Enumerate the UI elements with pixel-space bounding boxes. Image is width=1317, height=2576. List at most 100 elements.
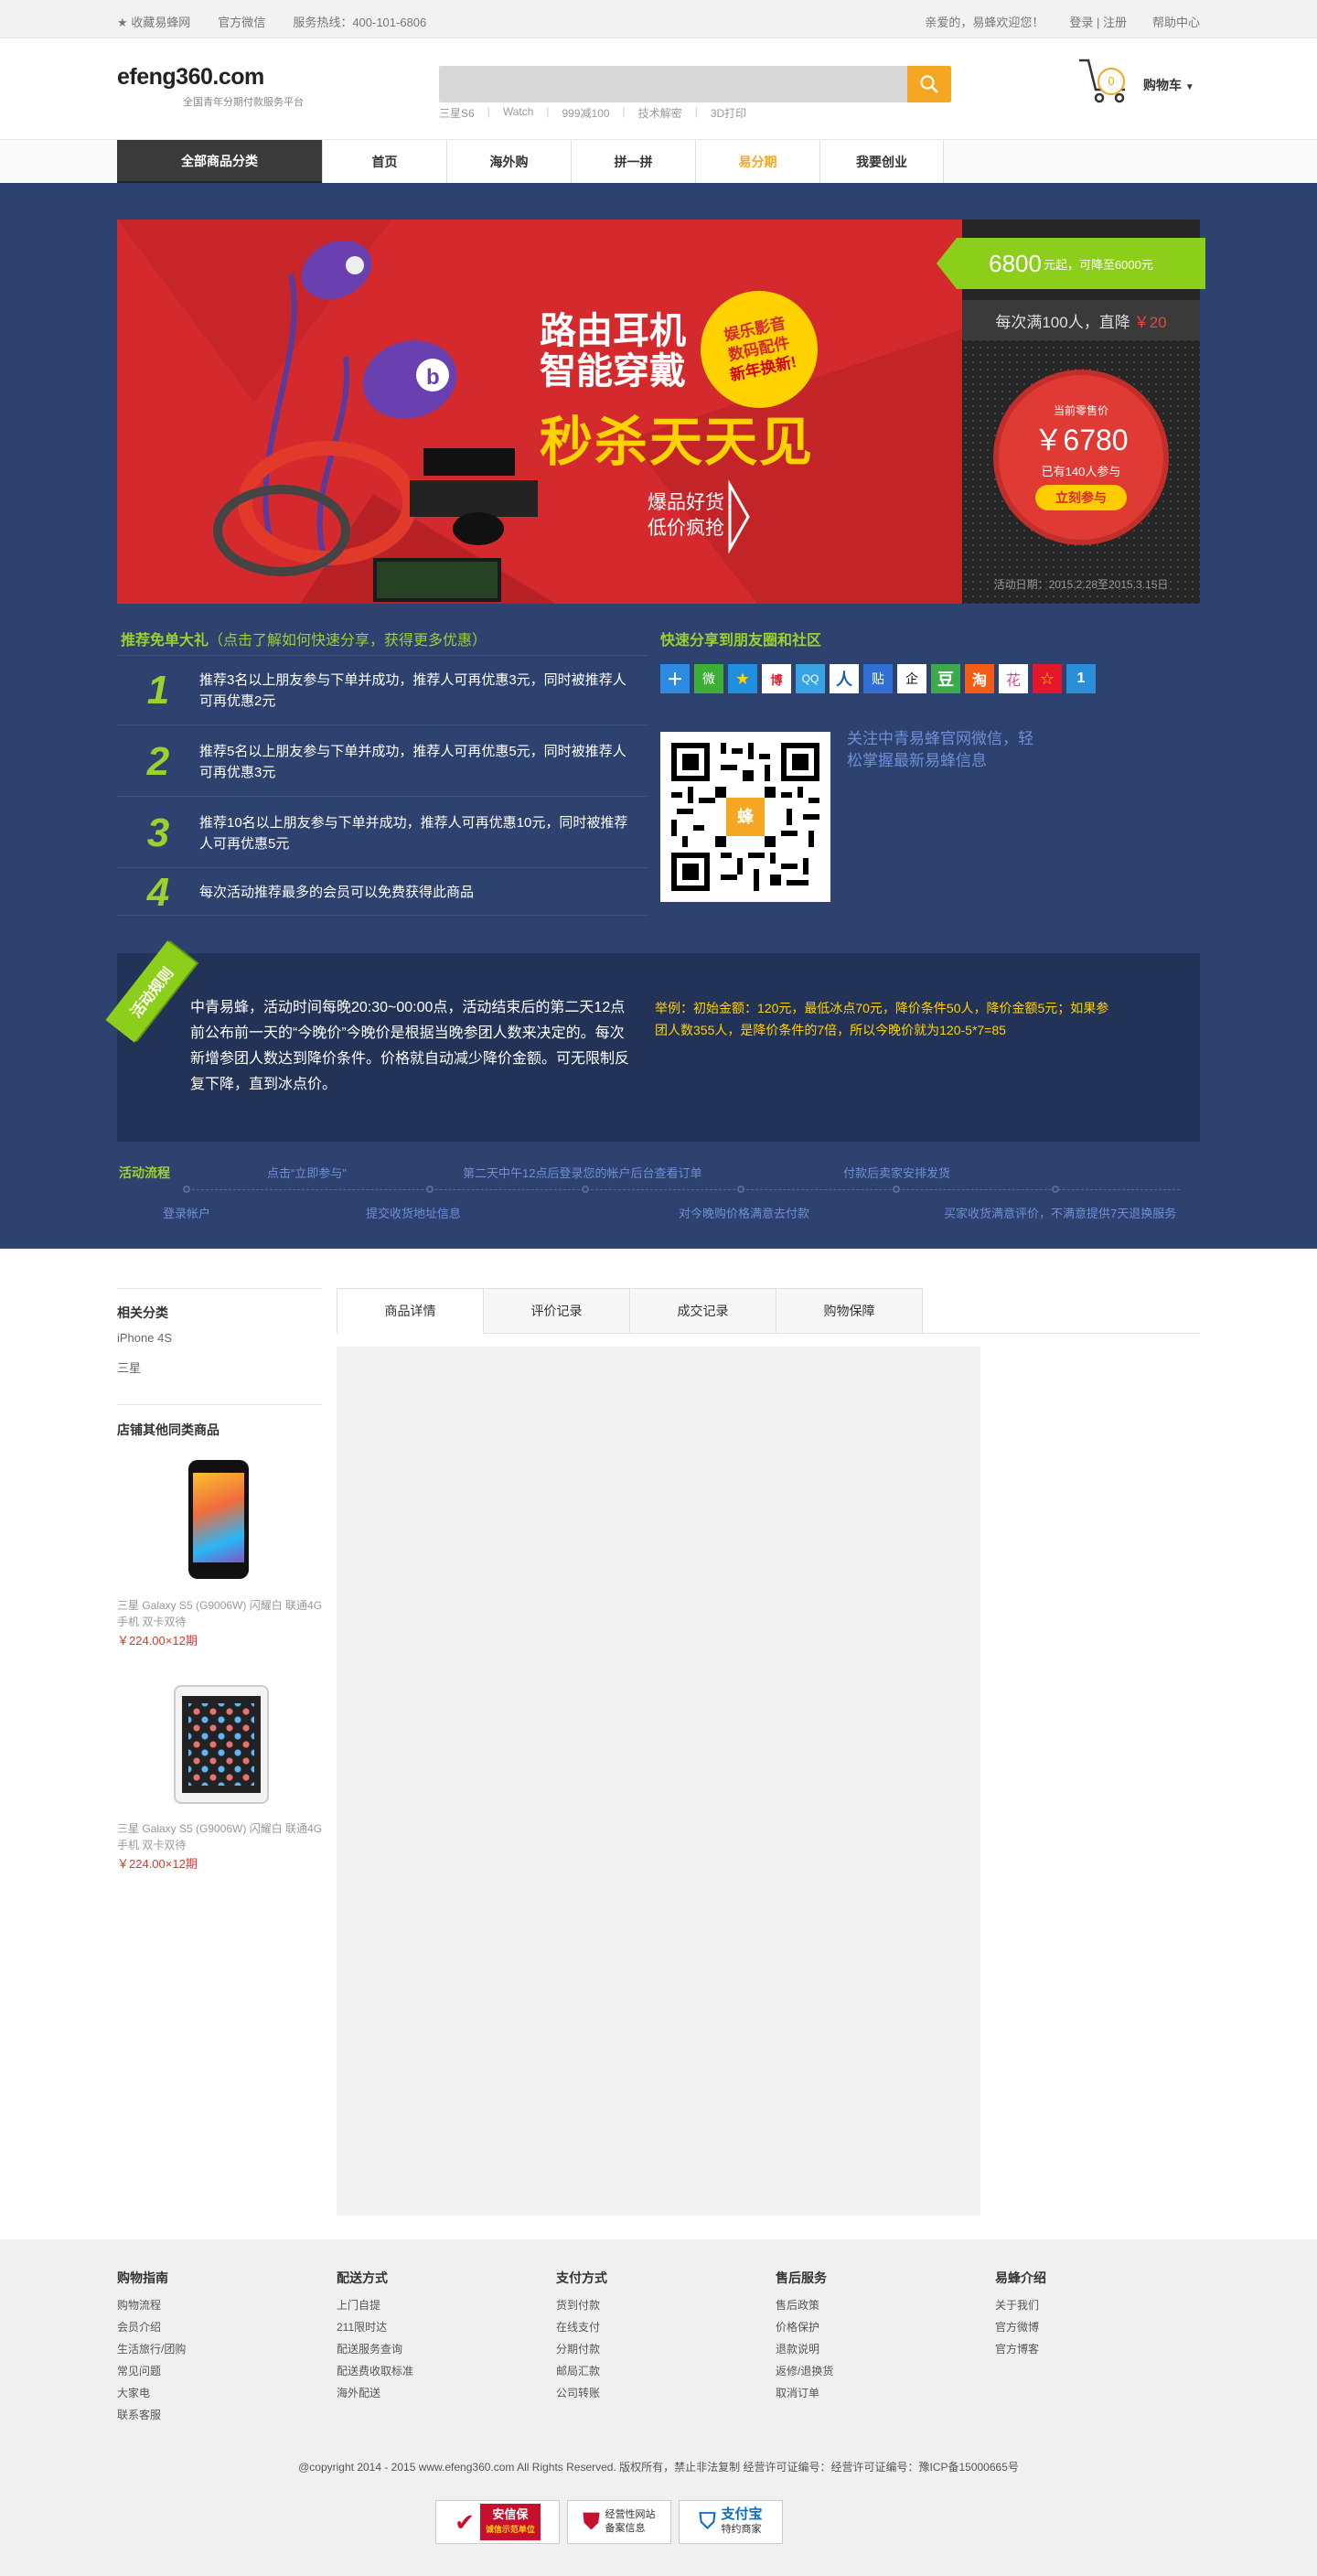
login-register-link[interactable]: 登录 | 注册	[1069, 13, 1127, 30]
favorite-link[interactable]: ★ 收藏易蜂网	[117, 13, 190, 30]
site-logo[interactable]: efeng360.com	[117, 64, 264, 91]
svg-text:b: b	[426, 365, 440, 390]
footer-link[interactable]: 取消订单	[776, 2382, 833, 2404]
share-tencent-weibo-icon[interactable]: QQ	[796, 664, 825, 693]
footer-column-title: 支付方式	[556, 2270, 607, 2285]
share-star-icon[interactable]: ☆	[1033, 664, 1062, 693]
footer-link[interactable]: 大家电	[117, 2382, 186, 2404]
footer-column-title: 购物指南	[117, 2270, 168, 2285]
share-tieba-icon[interactable]: 贴	[863, 664, 893, 693]
footer-link[interactable]: 配送服务查询	[337, 2338, 413, 2360]
related-categories-title: 相关分类	[117, 1305, 168, 1320]
process-step: 买家收货满意评价，不满意提供7天退换服务	[944, 1207, 1177, 1220]
footer-link[interactable]: 公司转账	[556, 2382, 607, 2404]
footer-link[interactable]: 常见问题	[117, 2360, 186, 2382]
tab-reviews[interactable]: 评价记录	[483, 1288, 630, 1334]
footer-link[interactable]: 售后政策	[776, 2294, 833, 2316]
footer-link[interactable]: 211限时达	[337, 2316, 413, 2338]
rules-example: 举例：初始金额：120元，最低冰点70元，降价条件50人，降价金额5元；如果参团…	[655, 1001, 1109, 1037]
help-center-link[interactable]: 帮助中心	[1152, 13, 1200, 30]
share-icons: ＋ 微 ★ 博 QQ 人 贴 企 豆 淘 花 ☆ 1	[660, 664, 1096, 693]
share-wechat-icon[interactable]: 微	[694, 664, 723, 693]
footer-link[interactable]: 关于我们	[995, 2294, 1046, 2316]
hot-link[interactable]: 三星S6	[439, 105, 475, 121]
main-nav: 全部商品分类 首页 海外购 拼一拼 易分期 我要创业	[0, 139, 1317, 184]
footer-column: 配送方式 上门自提 211限时达 配送服务查询 配送费收取标准 海外配送	[337, 2269, 413, 2404]
share-weibo-icon[interactable]: 博	[762, 664, 791, 693]
share-douban-icon[interactable]: 豆	[931, 664, 960, 693]
product-name[interactable]: 三星 Galaxy S5 (G9006W) 闪耀白 联通4G手机 双卡双待	[117, 1820, 324, 1853]
footer-link[interactable]: 分期付款	[556, 2338, 607, 2360]
footer-link[interactable]: 官方微博	[995, 2316, 1046, 2338]
product-price: ￥224.00×12期	[117, 1857, 198, 1871]
footer-link[interactable]: 海外配送	[337, 2382, 413, 2404]
tab-guarantee[interactable]: 购物保障	[776, 1288, 923, 1334]
footer-column: 购物指南 购物流程 会员介绍 生活旅行/团购 常见问题 大家电 联系客服	[117, 2269, 186, 2426]
footer-link[interactable]: 货到付款	[556, 2294, 607, 2316]
share-qzone-icon[interactable]: ★	[728, 664, 757, 693]
share-qq-icon[interactable]: 企	[897, 664, 926, 693]
search-button[interactable]	[907, 66, 951, 102]
alipay-shield-icon: ⛉	[699, 2509, 716, 2534]
product-price: ￥224.00×12期	[117, 1634, 198, 1648]
reward-rule: 2 推荐5名以上朋友参与下单并成功，推荐人可再优惠5元，同时被推荐人可再优惠3元	[117, 727, 648, 797]
footer-link[interactable]: 上门自提	[337, 2294, 413, 2316]
nav-item-home[interactable]: 首页	[322, 140, 446, 184]
share-add-icon[interactable]: ＋	[660, 664, 690, 693]
nav-item-group[interactable]: 拼一拼	[571, 140, 695, 184]
share-kaixin-icon[interactable]: 1	[1066, 664, 1096, 693]
wechat-link[interactable]: 官方微信	[218, 13, 265, 30]
footer-column-title: 配送方式	[337, 2270, 388, 2285]
footer-link[interactable]: 配送费收取标准	[337, 2360, 413, 2382]
footer-link[interactable]: 退款说明	[776, 2338, 833, 2360]
promo-banner[interactable]: b 路由耳机 智能穿戴 秒杀天天见 娱乐影音 数码配件 新年换新! 爆品好货 低…	[117, 220, 962, 604]
related-category-link[interactable]: iPhone 4S	[117, 1331, 172, 1345]
website-filing-badge[interactable]: ⛊ 经营性网站 备案信息	[567, 2500, 671, 2544]
related-category-link[interactable]: 三星	[117, 1358, 141, 1376]
hot-link[interactable]: 999减100	[562, 105, 610, 121]
footer-link[interactable]: 邮局汇款	[556, 2360, 607, 2382]
footer-link[interactable]: 在线支付	[556, 2316, 607, 2338]
all-categories-button[interactable]: 全部商品分类	[117, 140, 322, 184]
cart-button[interactable]: 购物车 ▼	[1143, 76, 1194, 94]
share-taobao-icon[interactable]: 淘	[965, 664, 994, 693]
banner-headline: 秒杀天天见	[540, 413, 815, 472]
rules-text: 中青易蜂，活动时间每晚20:30~00:00点，活动结束后的第二天12点前公布前…	[190, 1000, 630, 1092]
banner-line2: 智能穿戴	[540, 351, 686, 392]
tab-transactions[interactable]: 成交记录	[629, 1288, 776, 1334]
product-name[interactable]: 三星 Galaxy S5 (G9006W) 闪耀白 联通4G手机 双卡双待	[117, 1597, 324, 1630]
process-label: 活动流程	[119, 1165, 170, 1180]
footer-link[interactable]: 价格保护	[776, 2316, 833, 2338]
search-input[interactable]	[439, 66, 951, 102]
process-step: 提交收货地址信息	[366, 1207, 462, 1220]
hot-link[interactable]: Watch	[503, 105, 534, 121]
banner-line1: 路由耳机	[540, 311, 686, 351]
check-icon: ✔	[455, 2507, 475, 2536]
hot-link[interactable]: 3D打印	[711, 105, 746, 121]
process-step: 点击“立即参与”	[267, 1166, 347, 1180]
footer-link[interactable]: 官方博客	[995, 2338, 1046, 2360]
footer-link[interactable]: 生活旅行/团购	[117, 2338, 186, 2360]
nav-item-startup[interactable]: 我要创业	[819, 140, 944, 184]
store-products-title: 店铺其他同类商品	[117, 1422, 220, 1437]
product-image[interactable]	[174, 1685, 269, 1804]
process-step: 付款后卖家安排发货	[843, 1166, 951, 1180]
alipay-badge[interactable]: ⛉ 支付宝 特约商家	[679, 2500, 783, 2544]
footer-link[interactable]: 会员介绍	[117, 2316, 186, 2338]
anxinbao-badge[interactable]: ✔ 安信保 诚信示范单位	[435, 2500, 560, 2544]
tab-details[interactable]: 商品详情	[337, 1288, 484, 1334]
banner-sub1: 爆品好货	[648, 492, 724, 513]
footer-link[interactable]: 返修/退换货	[776, 2360, 833, 2382]
nav-item-installment[interactable]: 易分期	[695, 140, 819, 184]
footer-column: 支付方式 货到付款 在线支付 分期付款 邮局汇款 公司转账	[556, 2269, 607, 2404]
share-title[interactable]: 推荐免单大礼（点击了解如何快速分享，获得更多优惠）	[121, 628, 487, 649]
join-now-button[interactable]: 立刻参与	[1035, 485, 1127, 510]
footer-link[interactable]: 联系客服	[117, 2404, 186, 2426]
product-image[interactable]	[188, 1460, 249, 1579]
hot-link[interactable]: 技术解密	[638, 105, 682, 121]
footer-column-title: 售后服务	[776, 2270, 827, 2285]
share-flower-icon[interactable]: 花	[999, 664, 1028, 693]
share-renren-icon[interactable]: 人	[830, 664, 859, 693]
nav-item-overseas[interactable]: 海外购	[446, 140, 571, 184]
footer-link[interactable]: 购物流程	[117, 2294, 186, 2316]
